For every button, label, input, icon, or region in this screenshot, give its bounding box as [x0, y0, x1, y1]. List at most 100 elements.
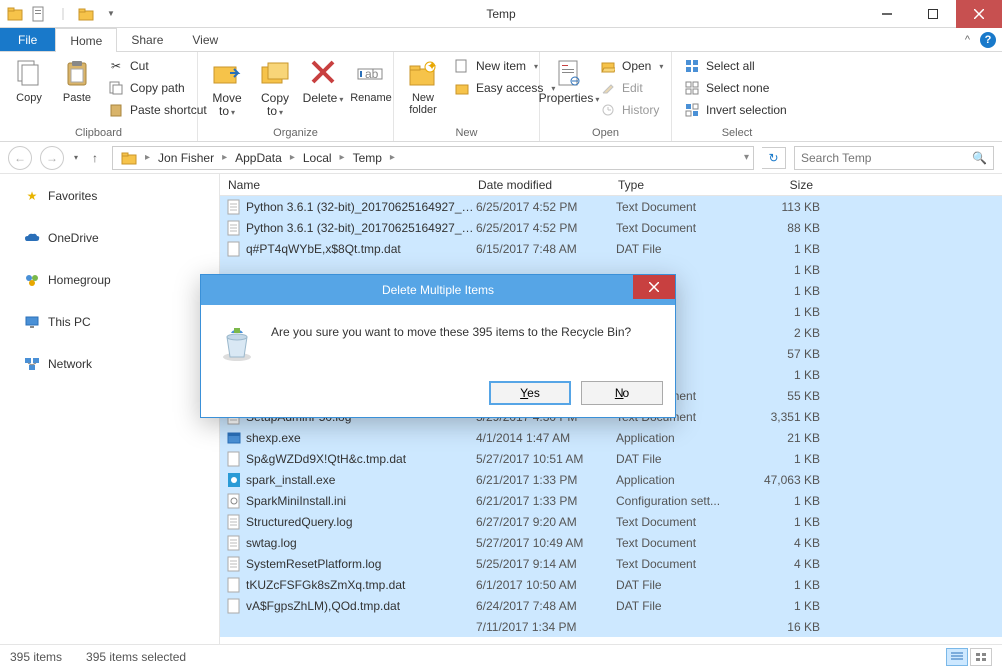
file-row[interactable]: q#PT4qWYbE,x$8Qt.tmp.dat6/15/2017 7:48 A… [220, 238, 1002, 259]
file-name: spark_install.exe [246, 473, 476, 487]
refresh-button[interactable]: ↻ [762, 147, 786, 169]
no-button[interactable]: No [581, 381, 663, 405]
chevron-right-icon[interactable]: ▸ [220, 152, 229, 163]
share-tab[interactable]: Share [117, 28, 178, 51]
select-none-button[interactable]: Select none [680, 78, 791, 98]
file-name: SystemResetPlatform.log [246, 557, 476, 571]
onedrive-item[interactable]: OneDrive [0, 226, 219, 250]
minimize-button[interactable] [864, 0, 910, 28]
dialog-close-button[interactable] [633, 275, 675, 299]
chevron-right-icon[interactable]: ▸ [338, 152, 347, 163]
search-box[interactable]: 🔍 [794, 146, 994, 170]
date-column[interactable]: Date modified [470, 178, 610, 192]
file-row[interactable]: SystemResetPlatform.log5/25/2017 9:14 AM… [220, 553, 1002, 574]
file-type: Application [616, 473, 746, 487]
group-label: Clipboard [8, 127, 189, 141]
move-to-button[interactable]: Move to▾ [206, 56, 248, 120]
file-row[interactable]: shexp.exe4/1/2014 1:47 AMApplication21 K… [220, 427, 1002, 448]
breadcrumb[interactable]: ▸ Jon Fisher ▸ AppData ▸ Local ▸ Temp ▸ … [112, 146, 754, 170]
this-pc-item[interactable]: This PC [0, 310, 219, 334]
file-row[interactable]: Python 3.6.1 (32-bit)_20170625164927_01.… [220, 217, 1002, 238]
crumb-item[interactable]: Temp [347, 147, 388, 169]
network-icon [24, 356, 40, 372]
paste-shortcut-button[interactable]: Paste shortcut [104, 100, 211, 120]
help-button[interactable]: ? [980, 32, 996, 48]
file-row[interactable]: Sp&gWZDd9X!QtH&c.tmp.dat5/27/2017 10:51 … [220, 448, 1002, 469]
invert-selection-icon [684, 102, 700, 118]
file-size: 21 KB [746, 431, 820, 445]
homegroup-item[interactable]: Homegroup [0, 268, 219, 292]
file-name: shexp.exe [246, 431, 476, 445]
file-row[interactable]: StructuredQuery.log6/27/2017 9:20 AMText… [220, 511, 1002, 532]
file-row[interactable]: spark_install.exe6/21/2017 1:33 PMApplic… [220, 469, 1002, 490]
recent-locations-dropdown[interactable]: ▾ [74, 153, 78, 162]
view-tab[interactable]: View [178, 28, 233, 51]
select-all-icon [684, 58, 700, 74]
file-row[interactable]: SparkMiniInstall.ini6/21/2017 1:33 PMCon… [220, 490, 1002, 511]
file-tab[interactable]: File [0, 28, 55, 51]
forward-button[interactable]: → [40, 146, 64, 170]
file-name: Python 3.6.1 (32-bit)_20170625164927_01.… [246, 221, 476, 235]
file-icon [226, 451, 242, 467]
chevron-right-icon[interactable]: ▸ [143, 152, 152, 163]
search-input[interactable] [801, 151, 972, 165]
file-type: Text Document [616, 200, 746, 214]
name-column[interactable]: Name [220, 178, 470, 192]
crumb-item[interactable]: AppData [229, 147, 288, 169]
chevron-right-icon[interactable]: ▸ [388, 152, 397, 163]
type-column[interactable]: Type [610, 178, 740, 192]
file-date: 5/27/2017 10:51 AM [476, 452, 616, 466]
qat-dropdown[interactable]: ▼ [100, 3, 122, 25]
chevron-right-icon[interactable]: ▸ [288, 152, 297, 163]
new-folder-button[interactable]: ✦ New folder [402, 56, 444, 118]
crumb-item[interactable]: Jon Fisher [152, 147, 220, 169]
back-button[interactable]: ← [8, 146, 32, 170]
copy-button[interactable]: Copy [8, 56, 50, 106]
size-column[interactable]: Size [740, 178, 822, 192]
icons-view-button[interactable] [970, 648, 992, 666]
dialog-title-bar[interactable]: Delete Multiple Items [201, 275, 675, 305]
properties-button[interactable]: Properties▾ [548, 56, 590, 107]
file-row[interactable]: swtag.log5/27/2017 10:49 AMText Document… [220, 532, 1002, 553]
properties-icon[interactable] [28, 3, 50, 25]
svg-text:✦: ✦ [427, 59, 437, 73]
up-button[interactable]: ↑ [86, 149, 104, 167]
yes-button[interactable]: Yes [489, 381, 571, 405]
invert-selection-button[interactable]: Invert selection [680, 100, 791, 120]
edit-button[interactable]: Edit [596, 78, 667, 98]
cut-button[interactable]: ✂Cut [104, 56, 211, 76]
ribbon-minimize-icon[interactable]: ^ [965, 34, 970, 46]
home-tab[interactable]: Home [55, 28, 117, 52]
copy-path-button[interactable]: Copy path [104, 78, 211, 98]
rename-button[interactable]: ab Rename [350, 56, 392, 106]
address-dropdown[interactable]: ▾ [742, 152, 751, 163]
paste-button[interactable]: Paste [56, 56, 98, 106]
history-icon [600, 102, 616, 118]
crumb-item[interactable]: Local [297, 147, 338, 169]
file-size: 1 KB [746, 305, 820, 319]
select-all-button[interactable]: Select all [680, 56, 791, 76]
file-date: 6/21/2017 1:33 PM [476, 473, 616, 487]
details-view-button[interactable] [946, 648, 968, 666]
file-row[interactable]: vA$FgpsZhLM),QOd.tmp.dat6/24/2017 7:48 A… [220, 595, 1002, 616]
file-type: Text Document [616, 557, 746, 571]
nav-pane: ★Favorites OneDrive Homegroup This PC Ne… [0, 174, 220, 644]
recycle-bin-icon [217, 323, 257, 363]
folder-up-icon[interactable] [4, 3, 26, 25]
group-label: Select [680, 127, 794, 141]
file-row[interactable]: Python 3.6.1 (32-bit)_20170625164927_00.… [220, 196, 1002, 217]
title-bar: ▼ Temp [0, 0, 1002, 28]
new-folder-icon[interactable] [76, 3, 98, 25]
file-row[interactable]: tKUZcFSFGk8sZmXq.tmp.dat6/1/2017 10:50 A… [220, 574, 1002, 595]
close-button[interactable] [956, 0, 1002, 28]
delete-button[interactable]: Delete▾ [302, 56, 344, 107]
network-item[interactable]: Network [0, 352, 219, 376]
favorites-item[interactable]: ★Favorites [0, 184, 219, 208]
file-type: DAT File [616, 578, 746, 592]
history-button[interactable]: History [596, 100, 667, 120]
file-row[interactable]: 7/11/2017 1:34 PM16 KB [220, 616, 1002, 637]
maximize-button[interactable] [910, 0, 956, 28]
open-button[interactable]: Open▾ [596, 56, 667, 76]
file-rows[interactable]: Python 3.6.1 (32-bit)_20170625164927_00.… [220, 196, 1002, 642]
copy-to-button[interactable]: Copy to▾ [254, 56, 296, 120]
